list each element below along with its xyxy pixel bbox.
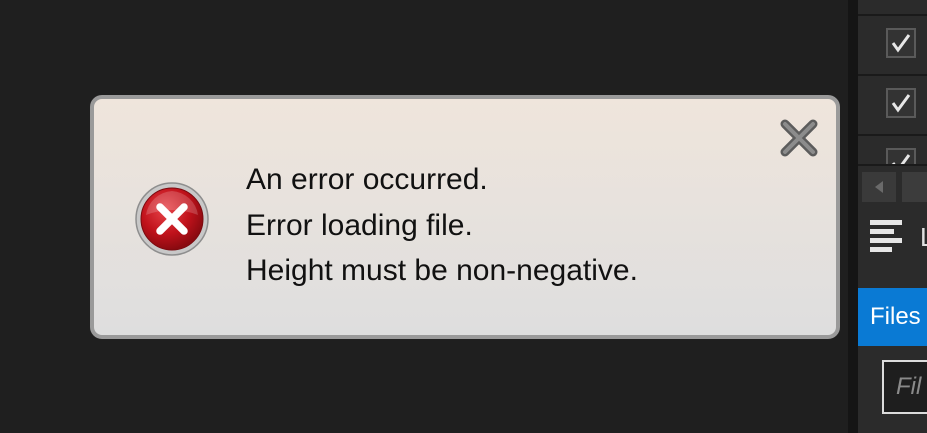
- close-icon: [780, 119, 818, 157]
- scroll-thumb[interactable]: [902, 172, 927, 202]
- tab-files[interactable]: Files: [858, 288, 927, 346]
- panel-divider: [848, 0, 858, 433]
- error-message-line: Error loading file.: [246, 208, 473, 242]
- list-section-icon[interactable]: [866, 214, 906, 260]
- list-row: [858, 76, 927, 136]
- error-message: An error occurred. Error loading file. H…: [246, 157, 638, 294]
- checkmark-icon: [891, 34, 911, 53]
- checkbox[interactable]: [886, 28, 916, 58]
- list-row: [858, 16, 927, 76]
- error-message-line: Height must be non-negative.: [246, 254, 638, 287]
- error-message-line: An error occurred.: [246, 163, 488, 196]
- scroll-left-button[interactable]: [862, 172, 896, 202]
- error-dialog: An error occurred. Error loading file. H…: [90, 95, 840, 339]
- filter-input[interactable]: Fil: [882, 360, 927, 414]
- align-left-icon: [870, 220, 902, 252]
- list-section-label: L: [920, 222, 927, 252]
- checkbox[interactable]: [886, 88, 916, 118]
- horizontal-scrollbar[interactable]: [858, 164, 927, 206]
- list-row: [858, 0, 927, 16]
- list-row: [858, 136, 927, 166]
- close-button[interactable]: [776, 115, 822, 161]
- arrow-left-icon: [875, 181, 883, 193]
- error-icon: [135, 182, 209, 256]
- checkmark-icon: [891, 94, 911, 113]
